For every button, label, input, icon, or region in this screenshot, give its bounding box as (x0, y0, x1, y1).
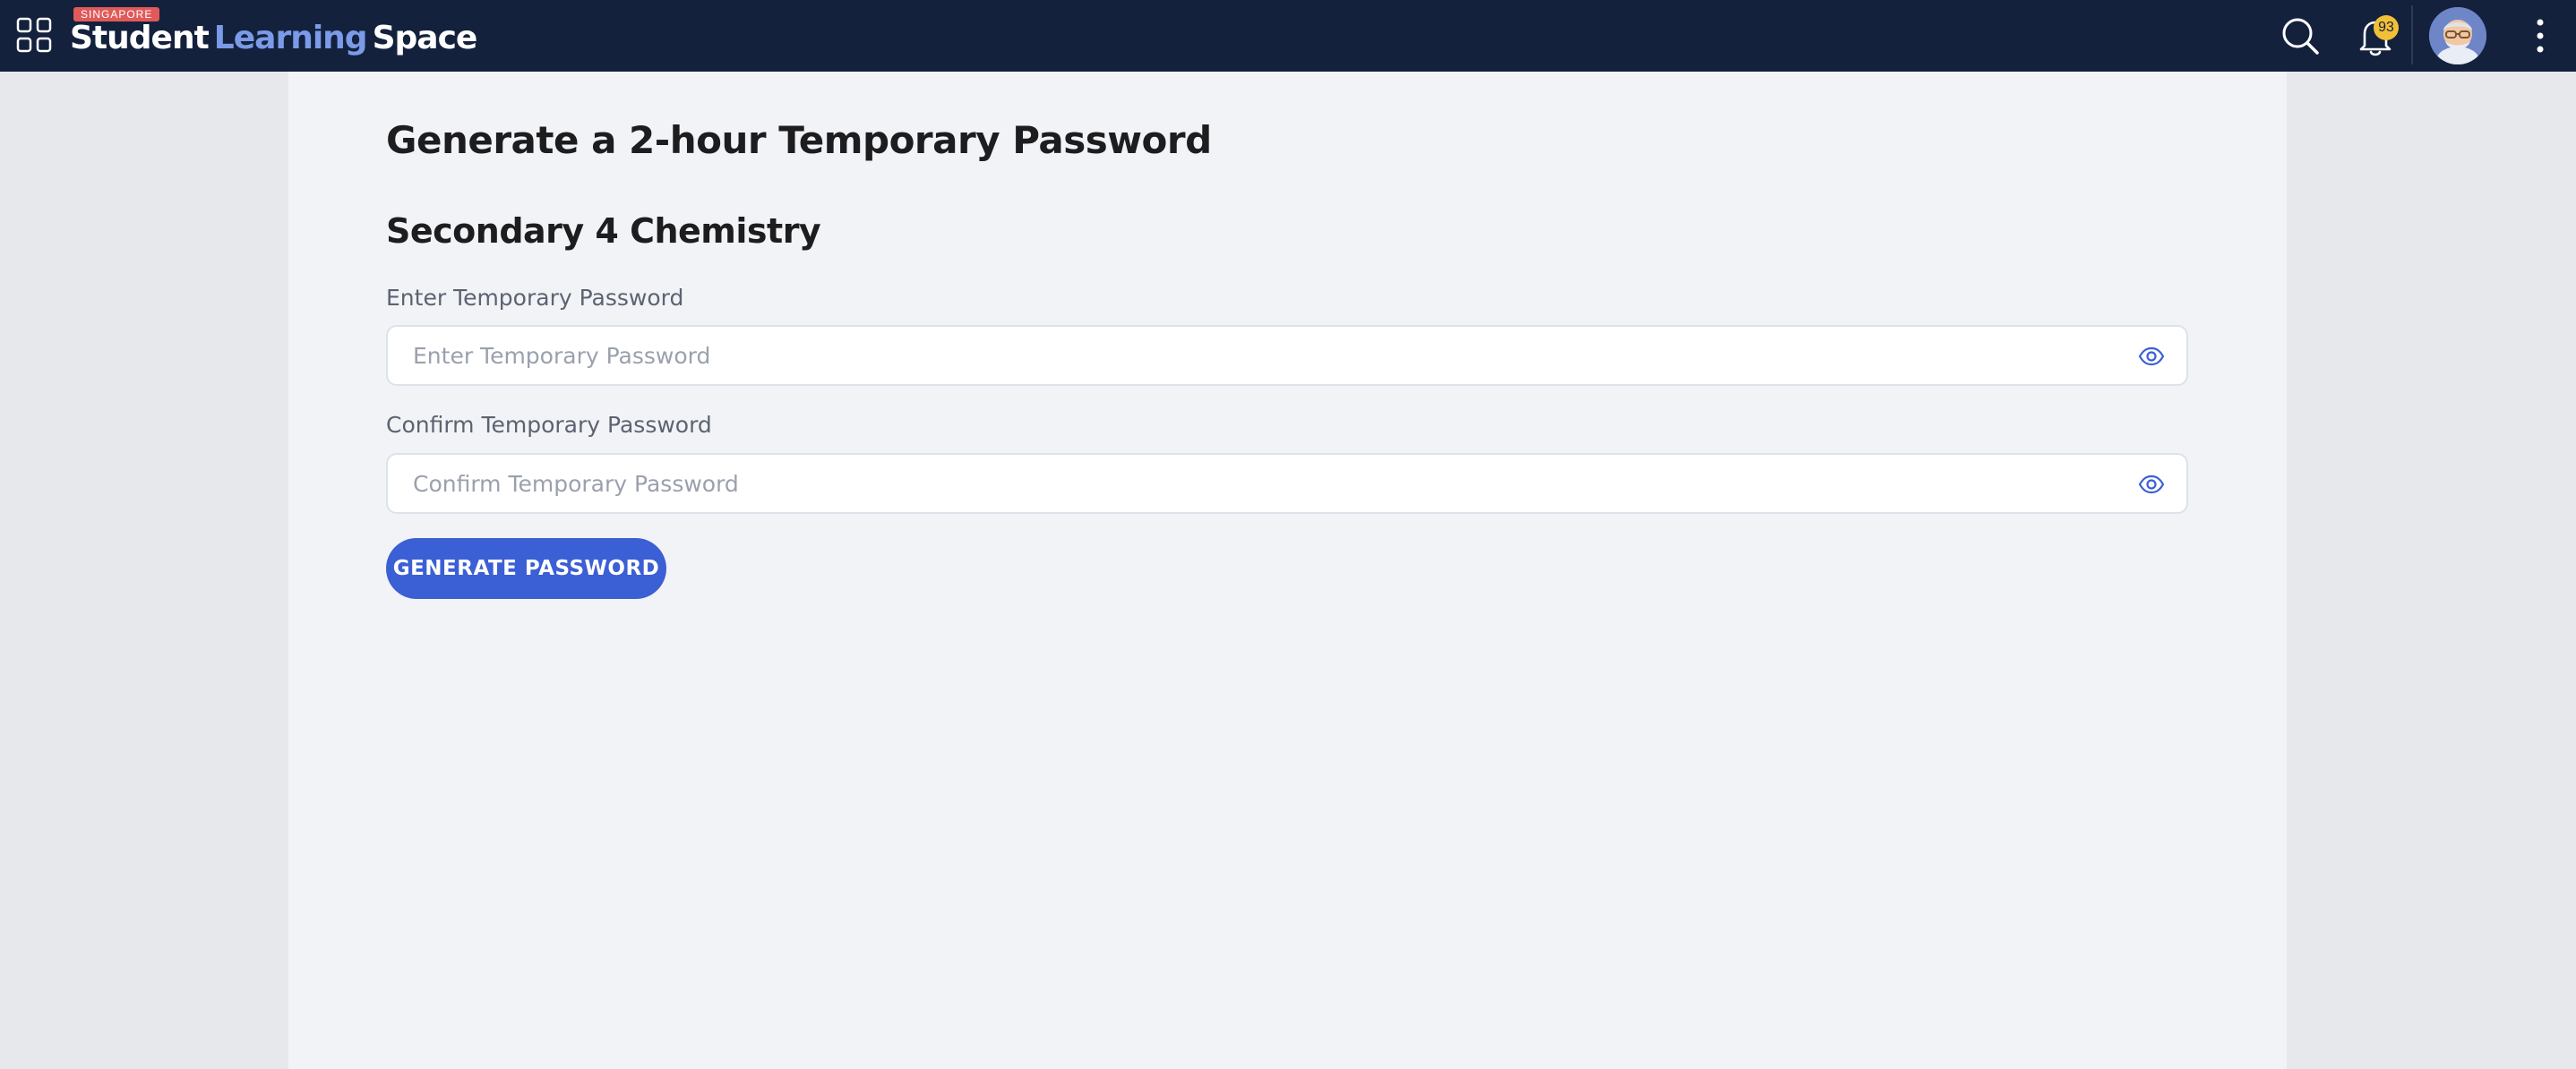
search-icon[interactable] (2280, 16, 2320, 56)
confirm-password-field (386, 453, 2188, 514)
section-title: Secondary 4 Chemistry (386, 211, 821, 251)
eye-icon[interactable] (2138, 343, 2165, 370)
enter-password-input[interactable] (388, 327, 2117, 384)
logo-word-space: Space (372, 20, 478, 56)
enter-password-label: Enter Temporary Password (386, 285, 684, 311)
logo-word-student: Student (70, 20, 210, 56)
eye-icon[interactable] (2138, 471, 2165, 498)
apps-grid-icon[interactable] (16, 17, 52, 53)
notification-count-badge: 93 (2374, 15, 2399, 40)
logo-wordmark: Student Learning Space (70, 20, 477, 56)
top-bar: SINGAPORE Student Learning Space 93 (0, 0, 2576, 72)
main-panel: Generate a 2-hour Temporary Password Sec… (288, 72, 2287, 1069)
confirm-password-label: Confirm Temporary Password (386, 412, 712, 438)
more-vertical-icon[interactable] (2529, 16, 2551, 56)
avatar-image (2429, 7, 2486, 64)
logo-word-learning: Learning (213, 20, 368, 56)
avatar[interactable] (2429, 7, 2486, 64)
header-divider (2411, 5, 2413, 64)
page-title: Generate a 2-hour Temporary Password (386, 118, 1212, 162)
confirm-password-input[interactable] (388, 455, 2117, 512)
generate-password-button[interactable]: GENERATE PASSWORD (386, 538, 666, 599)
enter-password-field (386, 325, 2188, 386)
